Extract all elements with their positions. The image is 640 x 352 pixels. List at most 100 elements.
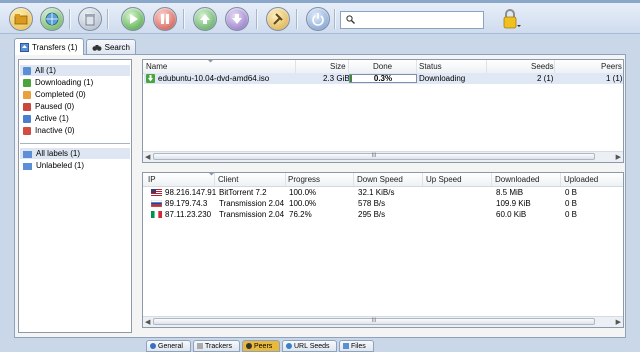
- column-peers[interactable]: Peers: [601, 62, 622, 71]
- toolbar-separator: [107, 9, 109, 29]
- peer-row[interactable]: 89.179.74.3 Transmission 2.04 100.0% 578…: [144, 199, 623, 209]
- peer-row[interactable]: 98.216.147.91 BitTorrent 7.2 100.0% 32.1…: [144, 188, 623, 198]
- inactive-status-icon: [23, 126, 31, 135]
- scroll-right-icon[interactable]: ▶: [616, 153, 621, 161]
- lock-icon: [503, 9, 521, 29]
- peers-list-horizontal-scrollbar[interactable]: ◀ III ▶: [143, 316, 623, 327]
- torrent-row[interactable]: edubuntu-10.04-dvd-amd64.iso 2.3 GiB 0.3…: [144, 73, 623, 84]
- search-box[interactable]: [340, 11, 484, 29]
- column-name[interactable]: Name: [146, 62, 167, 71]
- toolbar: [0, 3, 640, 34]
- label-folder-icon: [23, 162, 32, 170]
- tab-url-seeds[interactable]: URL Seeds: [282, 340, 337, 352]
- column-divider: [285, 173, 286, 186]
- sidebar-item-inactive[interactable]: Inactive (0): [20, 125, 130, 136]
- sidebar-item-active[interactable]: Active (1): [20, 113, 130, 124]
- trash-icon: [85, 14, 95, 26]
- column-divider: [353, 173, 354, 186]
- tab-label: Peers: [254, 342, 273, 350]
- sidebar-item-label: Unlabeled (1): [36, 161, 85, 170]
- peers-list: IP Client Progress Down Speed Up Speed D…: [142, 172, 624, 328]
- flag-it-icon: [151, 211, 162, 218]
- torrent-status: Downloading: [419, 74, 466, 83]
- column-divider: [295, 60, 296, 73]
- sidebar-item-label: Completed (0): [35, 90, 86, 99]
- increase-priority-button[interactable]: [193, 7, 217, 31]
- add-torrent-file-button[interactable]: [9, 7, 33, 31]
- lock-button[interactable]: [500, 8, 522, 32]
- files-icon: [343, 343, 349, 349]
- transfers-icon: [20, 42, 29, 52]
- scroll-left-icon[interactable]: ◀: [145, 153, 150, 161]
- tools-icon: [273, 13, 283, 25]
- sidebar-item-unlabeled[interactable]: Unlabeled (1): [20, 160, 130, 171]
- column-downloaded[interactable]: Downloaded: [495, 175, 539, 184]
- info-icon: [150, 343, 156, 349]
- tab-trackers[interactable]: Trackers: [193, 340, 240, 352]
- search-input[interactable]: [359, 13, 483, 27]
- globe-icon: [45, 12, 59, 26]
- tab-label: URL Seeds: [294, 342, 330, 350]
- column-size[interactable]: Size: [330, 62, 346, 71]
- downloading-arrow-icon: [146, 74, 155, 83]
- peer-row[interactable]: 87.11.23.230 Transmission 2.04 76.2% 295…: [144, 210, 623, 220]
- sidebar-item-label: All (1): [35, 66, 56, 75]
- sidebar-item-all[interactable]: All (1): [20, 65, 130, 76]
- decrease-priority-button[interactable]: [225, 7, 249, 31]
- resume-button[interactable]: [121, 7, 145, 31]
- torrent-list: Name Size Done Status Seeds Peers edubun…: [142, 59, 624, 163]
- column-progress[interactable]: Progress: [288, 175, 320, 184]
- peer-uploaded: 0 B: [565, 199, 578, 208]
- sidebar-item-label: Active (1): [35, 114, 69, 123]
- peer-down-speed: 32.1 KiB/s: [358, 188, 395, 197]
- scroll-right-icon[interactable]: ▶: [616, 318, 621, 326]
- column-seeds[interactable]: Seeds: [531, 62, 554, 71]
- peer-ip: 87.11.23.230: [165, 210, 212, 219]
- binoculars-icon: [92, 44, 102, 51]
- scroll-left-icon[interactable]: ◀: [145, 318, 150, 326]
- completed-status-icon: [23, 90, 31, 99]
- column-uploaded[interactable]: Uploaded: [564, 175, 598, 184]
- column-divider: [486, 60, 487, 73]
- toolbar-separator: [256, 9, 258, 29]
- column-down-speed[interactable]: Down Speed: [357, 175, 403, 184]
- column-up-speed[interactable]: Up Speed: [426, 175, 462, 184]
- delete-button[interactable]: [78, 7, 102, 31]
- globe-icon: [286, 343, 292, 349]
- column-divider: [491, 173, 492, 186]
- column-ip[interactable]: IP: [148, 175, 156, 184]
- column-client[interactable]: Client: [218, 175, 238, 184]
- torrent-list-header: Name Size Done Status Seeds Peers: [143, 60, 623, 74]
- scrollbar-thumb[interactable]: III: [153, 318, 595, 325]
- tab-general[interactable]: General: [146, 340, 191, 352]
- peer-progress: 76.2%: [289, 210, 312, 219]
- add-torrent-link-button[interactable]: [40, 7, 64, 31]
- column-divider: [560, 173, 561, 186]
- torrent-list-horizontal-scrollbar[interactable]: ◀ III ▶: [143, 151, 623, 162]
- column-status[interactable]: Status: [419, 62, 442, 71]
- tab-search[interactable]: Search: [86, 39, 136, 54]
- column-done[interactable]: Done: [373, 62, 392, 71]
- all-status-icon: [23, 66, 31, 75]
- scrollbar-grip: III: [371, 318, 377, 324]
- peer-ip: 98.216.147.91: [165, 188, 217, 197]
- sidebar-item-paused[interactable]: Paused (0): [20, 101, 130, 112]
- exit-button[interactable]: [306, 7, 330, 31]
- pause-button[interactable]: [153, 7, 177, 31]
- peers-icon: [246, 343, 252, 349]
- column-divider: [348, 60, 349, 73]
- scrollbar-grip: III: [371, 153, 377, 159]
- tab-label: Search: [104, 42, 130, 52]
- peer-downloaded: 109.9 KiB: [496, 199, 531, 208]
- sidebar-item-downloading[interactable]: Downloading (1): [20, 77, 130, 88]
- toolbar-separator: [334, 9, 336, 29]
- tab-files[interactable]: Files: [339, 340, 374, 352]
- scrollbar-thumb[interactable]: III: [153, 153, 595, 160]
- sidebar-item-completed[interactable]: Completed (0): [20, 89, 130, 100]
- tab-transfers[interactable]: Transfers (1): [14, 38, 84, 55]
- sidebar-item-all-labels[interactable]: All labels (1): [20, 148, 130, 159]
- sort-arrow-icon: [208, 60, 213, 63]
- options-button[interactable]: [266, 7, 290, 31]
- tab-peers[interactable]: Peers: [242, 340, 280, 352]
- flag-us-icon: [151, 189, 162, 196]
